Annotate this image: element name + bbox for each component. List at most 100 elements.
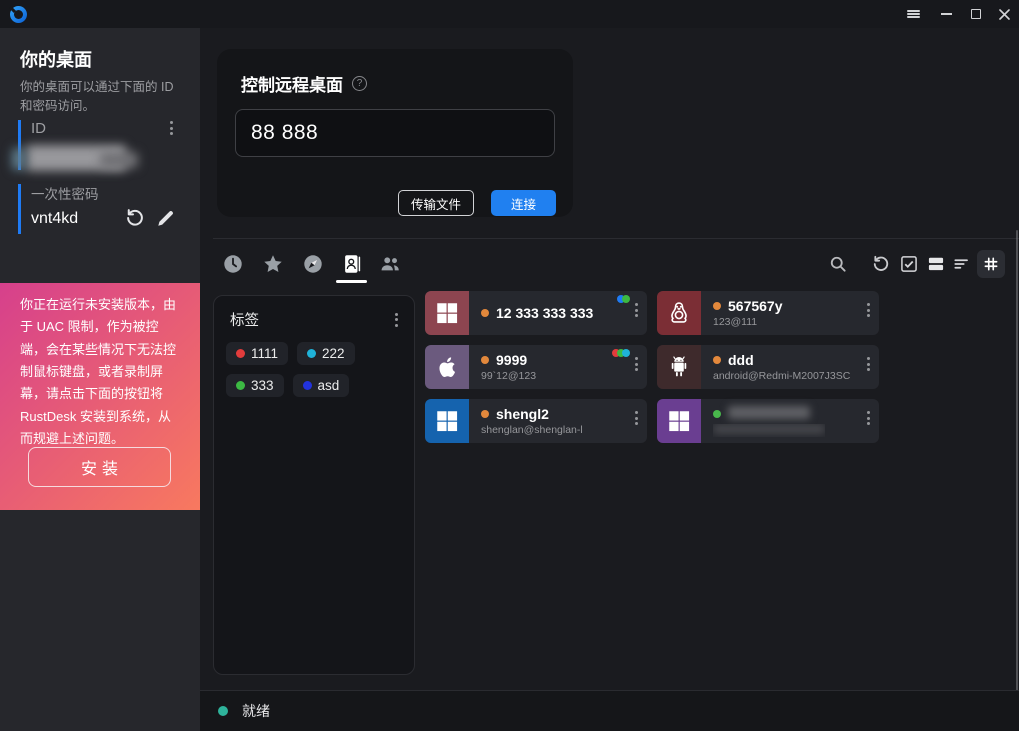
tag-list: 1111 222 333 asd — [214, 340, 414, 399]
peer-status-dot — [481, 356, 489, 364]
peer-card[interactable] — [657, 399, 879, 443]
hamburger-menu-icon[interactable] — [899, 0, 928, 28]
tab-recent-sessions clock-icon[interactable] — [222, 253, 244, 275]
peer-menu-button[interactable] — [635, 411, 638, 425]
remote-id-input[interactable] — [235, 109, 555, 157]
one-time-password-value: vnt4kd — [31, 210, 78, 228]
peer-menu-button[interactable] — [867, 303, 870, 317]
peer-name: ddd — [728, 352, 754, 368]
peer-menu-button[interactable] — [635, 303, 638, 317]
service-status-label: 就绪 — [242, 701, 270, 721]
cards-view-icon[interactable] — [926, 254, 946, 274]
connect-card: 控制远程桌面 ? 传输文件 连接 — [217, 49, 573, 217]
peer-card[interactable]: ddd android@Redmi-M2007J3SC — [657, 345, 879, 389]
peer-name: 9999 — [496, 352, 527, 368]
tag-label: asd — [318, 378, 340, 393]
tags-title: 标签 — [230, 309, 259, 330]
main-area: 控制远程桌面 ? 传输文件 连接 — [200, 28, 1019, 731]
tag-color-dot — [307, 349, 316, 358]
windows-os-icon — [657, 399, 701, 443]
peer-grid: 12 333 333 333 567567y 123@111 9999 99`1… — [425, 291, 879, 443]
grid-view-icon[interactable] — [977, 250, 1005, 278]
peer-username: 99`12@123 — [481, 370, 536, 382]
tag-color-dot — [303, 381, 312, 390]
service-status-dot — [218, 706, 228, 716]
uninstalled-warning-panel: 你正在运行未安装版本，由于 UAC 限制，作为被控端，会在某些情况下无法控制鼠标… — [0, 283, 200, 510]
search-icon[interactable] — [828, 254, 848, 274]
peer-status-dot — [713, 410, 721, 418]
peer-name: 567567y — [728, 298, 783, 314]
control-remote-desktop-title: 控制远程桌面 — [241, 71, 343, 96]
tags-menu-button[interactable] — [395, 313, 398, 327]
peer-name: shengl2 — [496, 406, 549, 422]
your-desktop-title: 你的桌面 — [20, 46, 92, 72]
censored-peer-username — [713, 424, 825, 434]
regenerate-password-icon[interactable] — [124, 207, 146, 229]
minimize-button[interactable] — [932, 0, 961, 28]
id-label: ID — [31, 120, 46, 137]
window-controls — [899, 0, 1019, 28]
transfer-file-button[interactable]: 传输文件 — [398, 190, 474, 216]
peer-menu-button[interactable] — [867, 411, 870, 425]
sort-list-icon[interactable] — [952, 254, 972, 274]
censored-id-value — [100, 152, 138, 168]
sidebar: 你的桌面 你的桌面可以通过下面的 ID 和密码访问。 ID 一次性密码 vnt4… — [0, 28, 200, 731]
one-time-password-label: 一次性密码 — [31, 183, 99, 203]
tag-pill[interactable]: 222 — [297, 342, 355, 365]
tag-label: 222 — [322, 346, 345, 361]
peer-status-dot — [713, 302, 721, 310]
android-os-icon — [657, 345, 701, 389]
scrollbar[interactable] — [1016, 230, 1018, 698]
windows-os-icon — [425, 399, 469, 443]
desktop-description: 你的桌面可以通过下面的 ID 和密码访问。 — [20, 78, 184, 117]
tag-pill[interactable]: 1111 — [226, 342, 288, 365]
install-button[interactable]: 安装 — [28, 447, 171, 487]
tab-address-book address-book-icon[interactable] — [341, 253, 363, 275]
tab-discovered compass-icon[interactable] — [302, 253, 324, 275]
tag-pill[interactable]: 333 — [226, 374, 284, 397]
edit-password-icon[interactable] — [155, 207, 177, 229]
select-checkbox-icon[interactable] — [899, 254, 919, 274]
peer-tag-dots — [620, 295, 630, 303]
rustdesk-logo-icon — [10, 6, 27, 23]
connect-button[interactable]: 连接 — [491, 190, 556, 216]
peer-menu-button[interactable] — [635, 357, 638, 371]
titlebar — [0, 0, 1019, 28]
censored-peer-name — [728, 406, 810, 419]
peer-username: shenglan@shenglan-l — [481, 424, 583, 436]
apple-os-icon — [425, 345, 469, 389]
tag-label: 333 — [251, 378, 274, 393]
peer-card[interactable]: 9999 99`12@123 — [425, 345, 647, 389]
id-menu-button[interactable] — [170, 121, 173, 135]
peer-tag-dots — [615, 349, 630, 357]
statusbar: 就绪 — [200, 690, 1019, 731]
linux-os-icon — [657, 291, 701, 335]
peer-name: 12 333 333 333 — [496, 305, 593, 321]
peer-status-dot — [481, 410, 489, 418]
peer-status-dot — [713, 356, 721, 364]
maximize-button[interactable] — [961, 0, 990, 28]
warning-text: 你正在运行未安装版本，由于 UAC 限制，作为被控端，会在某些情况下无法控制鼠标… — [20, 294, 180, 451]
tag-pill[interactable]: asd — [293, 374, 350, 397]
tags-panel: 标签 1111 222 333 asd — [213, 295, 415, 675]
tag-color-dot — [236, 349, 245, 358]
peer-card[interactable]: shengl2 shenglan@shenglan-l — [425, 399, 647, 443]
section-divider — [213, 238, 1019, 239]
help-icon[interactable]: ? — [352, 76, 367, 91]
tab-group group-icon[interactable] — [379, 253, 401, 275]
refresh-icon[interactable] — [871, 254, 891, 274]
tag-label: 1111 — [251, 346, 278, 361]
peer-status-dot — [481, 309, 489, 317]
peer-menu-button[interactable] — [867, 357, 870, 371]
tag-color-dot — [236, 381, 245, 390]
peer-card[interactable]: 12 333 333 333 — [425, 291, 647, 335]
password-accent-bar — [18, 184, 21, 234]
peer-card[interactable]: 567567y 123@111 — [657, 291, 879, 335]
peer-username: android@Redmi-M2007J3SC — [713, 370, 850, 382]
peer-username — [713, 424, 825, 437]
active-tab-underline — [336, 280, 367, 283]
close-button[interactable] — [990, 0, 1019, 28]
peer-username: 123@111 — [713, 316, 783, 328]
peer-name — [728, 406, 810, 422]
tab-favorites star-icon[interactable] — [262, 253, 284, 275]
